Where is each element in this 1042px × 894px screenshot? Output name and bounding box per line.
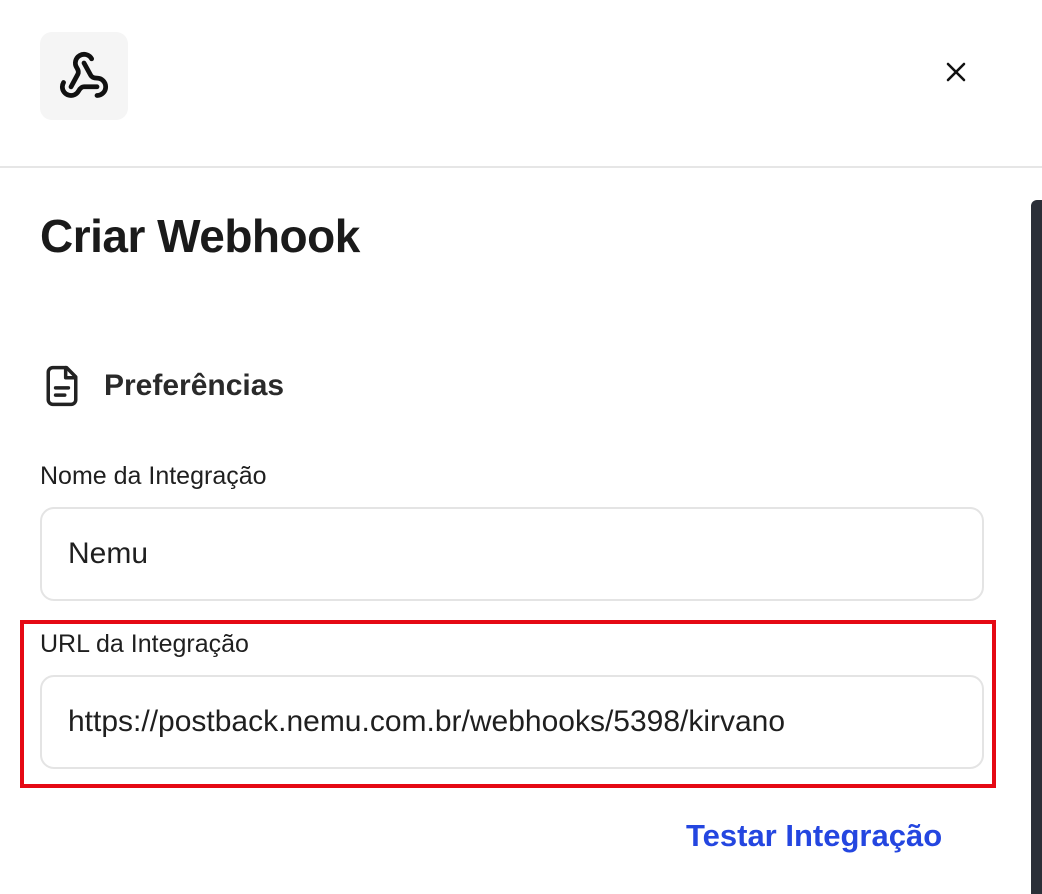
test-integration-button[interactable]: Testar Integração	[686, 818, 942, 854]
webhook-logo	[40, 32, 128, 120]
scrollbar[interactable]	[1031, 200, 1042, 894]
page-title: Criar Webhook	[40, 210, 360, 262]
preferences-section-header: Preferências	[40, 362, 284, 410]
webhook-panel: Criar Webhook Preferências Nome da Integ…	[0, 0, 1042, 894]
panel-header	[0, 0, 1042, 168]
document-icon	[40, 362, 88, 410]
integration-url-input[interactable]	[40, 675, 984, 769]
integration-name-input[interactable]	[40, 507, 984, 601]
close-icon	[946, 62, 966, 82]
integration-url-label: URL da Integração	[40, 630, 249, 658]
section-title: Preferências	[104, 369, 285, 402]
close-button[interactable]	[936, 52, 976, 92]
webhook-icon	[59, 51, 109, 98]
integration-name-label: Nome da Integração	[40, 462, 267, 490]
